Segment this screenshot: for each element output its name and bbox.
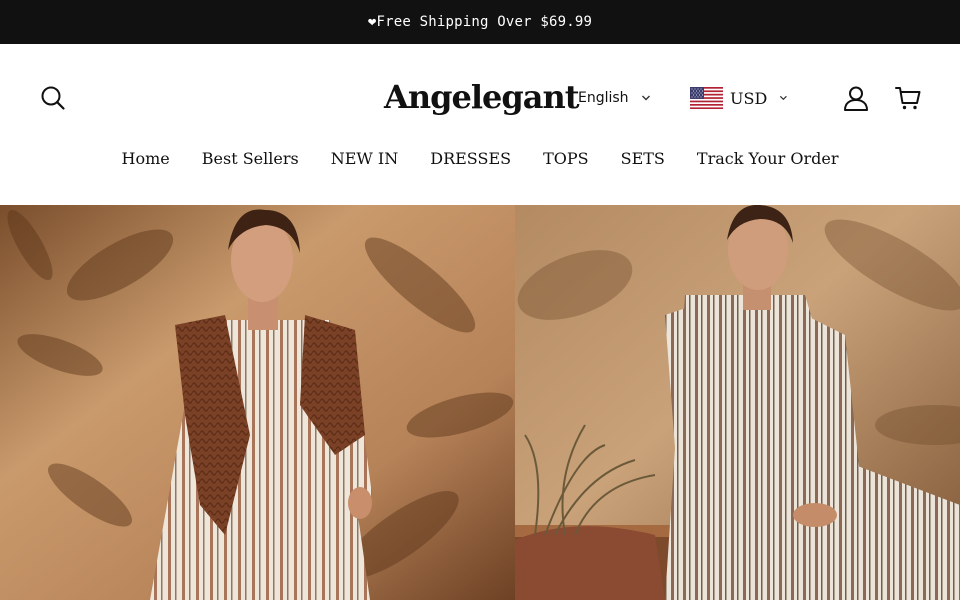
hero-banner[interactable] xyxy=(0,205,960,600)
currency-selector[interactable]: USD xyxy=(690,86,788,110)
chevron-down-icon xyxy=(780,95,788,101)
language-value: English xyxy=(578,90,629,106)
search-icon xyxy=(41,86,65,110)
nav-item-track-order[interactable]: Track Your Order xyxy=(697,149,839,168)
hero-image-left[interactable] xyxy=(0,205,515,600)
cart-icon xyxy=(895,87,921,110)
main-navigation: Home Best Sellers NEW IN DRESSES TOPS SE… xyxy=(0,146,960,170)
nav-item-sets[interactable]: SETS xyxy=(621,149,665,168)
announcement-text: ❤Free Shipping Over $69.99 xyxy=(367,14,593,30)
cart-button[interactable] xyxy=(892,83,924,113)
announcement-bar: ❤Free Shipping Over $69.99 xyxy=(0,0,960,44)
chevron-down-icon xyxy=(641,95,650,101)
account-button[interactable] xyxy=(840,83,872,113)
us-flag-icon xyxy=(690,87,723,109)
nav-item-new-in[interactable]: NEW IN xyxy=(331,149,399,168)
hero-photo-left xyxy=(0,205,515,600)
hero-image-right[interactable] xyxy=(515,205,960,600)
hero-photo-right xyxy=(515,205,960,600)
nav-item-best-sellers[interactable]: Best Sellers xyxy=(202,149,299,168)
nav-item-home[interactable]: Home xyxy=(122,149,170,168)
user-icon xyxy=(844,86,868,111)
language-selector[interactable]: English xyxy=(578,86,654,110)
nav-item-tops[interactable]: TOPS xyxy=(543,149,589,168)
site-header: Angelegant English USD Home Best Sellers… xyxy=(0,44,960,205)
search-button[interactable] xyxy=(38,84,68,112)
nav-item-dresses[interactable]: DRESSES xyxy=(430,149,511,168)
site-logo[interactable]: Angelegant xyxy=(384,72,580,122)
currency-value: USD xyxy=(730,88,768,108)
